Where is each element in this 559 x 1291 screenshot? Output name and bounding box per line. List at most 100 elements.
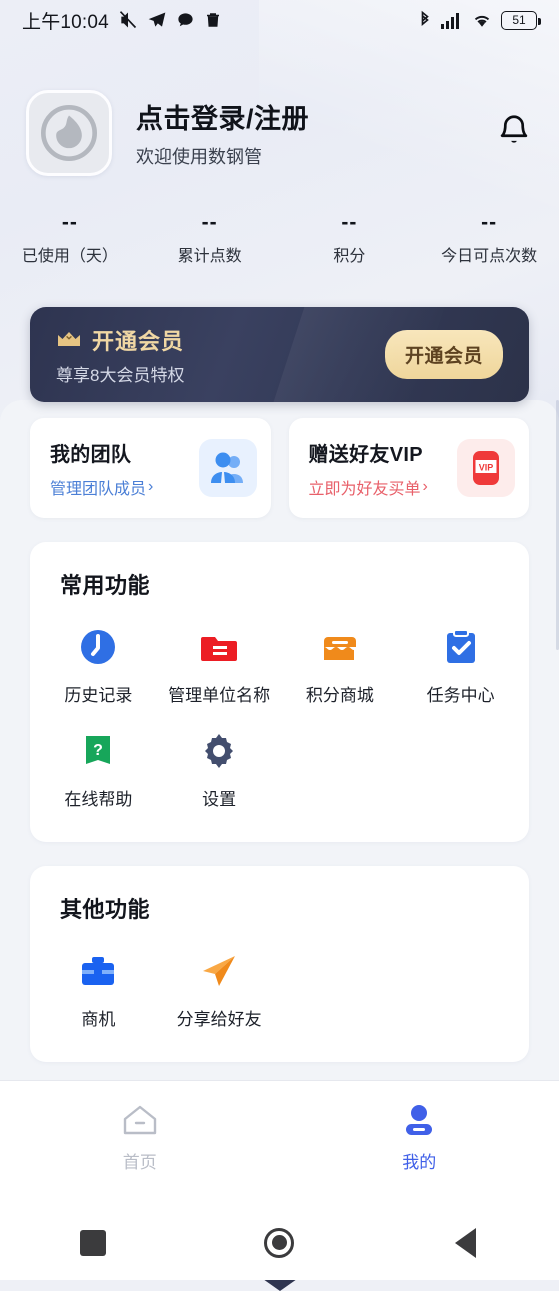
tab-label: 首页 [123, 1148, 157, 1173]
status-bar: 上午10:04 51 [0, 0, 559, 40]
stat-value: -- [341, 212, 357, 233]
status-bar-clock: 上午10:04 [22, 7, 109, 34]
vip-title: 开通会员 [92, 324, 184, 356]
vip-subtitle: 尊享8大会员特权 [56, 361, 184, 386]
other-functions-card: 其他功能 商机 [30, 866, 529, 1062]
function-item-settings[interactable]: 设置 [159, 716, 280, 820]
function-label: 历史记录 [64, 681, 132, 706]
function-label: 设置 [202, 785, 236, 810]
home-icon [121, 1103, 159, 1137]
clock-icon [77, 626, 119, 668]
function-item-points-mall[interactable]: 积分商城 [280, 612, 401, 716]
function-item-share[interactable]: 分享给好友 [159, 936, 280, 1040]
profile-text: 点击登录/注册 欢迎使用数钢管 [136, 97, 309, 169]
gear-icon [198, 730, 240, 772]
tab-home[interactable]: 首页 [0, 1103, 280, 1173]
profile-header[interactable]: 点击登录/注册 欢迎使用数钢管 [0, 78, 559, 188]
common-functions-card: 常用功能 历史记录 管理单位名称 [30, 542, 529, 842]
stat-label: 今日可点次数 [441, 242, 537, 266]
stat-value: -- [202, 212, 218, 233]
briefcase-icon [77, 950, 119, 992]
profile-subtitle: 欢迎使用数钢管 [136, 143, 309, 169]
stat-label: 累计点数 [178, 242, 242, 266]
function-item-history[interactable]: 历史记录 [38, 612, 159, 716]
function-label: 管理单位名称 [168, 681, 270, 706]
function-item-business[interactable]: 商机 [38, 936, 159, 1040]
mute-icon [118, 10, 138, 30]
signal-icon [441, 11, 463, 29]
stat-label: 已使用（天） [22, 242, 118, 266]
telegram-icon [147, 10, 167, 30]
shop-icon [319, 626, 361, 668]
promo-link-label: 立即为好友买单 [309, 475, 421, 499]
chevron-right-icon: › [423, 478, 428, 496]
status-bar-left: 上午10:04 [22, 7, 222, 34]
crown-icon [56, 330, 82, 350]
vip-title-row: 开通会员 [56, 324, 184, 356]
my-team-card[interactable]: 我的团队 管理团队成员 › [30, 418, 271, 518]
function-label: 在线帮助 [64, 785, 132, 810]
recents-button[interactable] [0, 1230, 186, 1256]
stat-value: -- [481, 212, 497, 233]
function-label: 任务中心 [427, 681, 495, 706]
section-title: 其他功能 [60, 892, 521, 924]
vip-card-label: VIP [479, 463, 494, 473]
promo-link[interactable]: 管理团队成员 › [50, 475, 153, 499]
promo-cards: 我的团队 管理团队成员 › [30, 418, 529, 518]
avatar[interactable] [26, 90, 112, 176]
team-people-icon [209, 451, 247, 485]
activate-vip-button[interactable]: 开通会员 [385, 330, 503, 379]
status-bar-right: 51 [417, 10, 537, 30]
stat-item[interactable]: -- 积分 [280, 212, 420, 266]
svg-text:?: ? [93, 742, 103, 759]
gift-vip-text: 赠送好友VIP 立即为好友买单 › [309, 438, 428, 499]
home-button[interactable] [186, 1228, 372, 1258]
wifi-icon [471, 11, 493, 29]
bottom-tab-bar: 首页 我的 [0, 1080, 559, 1205]
back-triangle-icon [455, 1228, 476, 1258]
promo-title: 我的团队 [50, 438, 153, 467]
my-team-text: 我的团队 管理团队成员 › [50, 438, 153, 499]
vip-card-icon: VIP [468, 448, 504, 488]
back-button[interactable] [373, 1228, 559, 1258]
trash-icon [204, 11, 222, 29]
stat-value: -- [62, 212, 78, 233]
vip-card-icon-wrap: VIP [457, 439, 515, 497]
vip-banner-notch [263, 1279, 297, 1291]
person-icon [400, 1103, 438, 1137]
stat-item[interactable]: -- 今日可点次数 [419, 212, 559, 266]
help-book-icon: ? [77, 730, 119, 772]
content-sheet: 我的团队 管理团队成员 › [0, 400, 559, 1080]
default-avatar-icon [41, 105, 97, 161]
section-title: 常用功能 [60, 568, 521, 600]
promo-title: 赠送好友VIP [309, 438, 428, 467]
clipboard-check-icon [440, 626, 482, 668]
function-label: 积分商城 [306, 681, 374, 706]
vip-banner[interactable]: 开通会员 尊享8大会员特权 开通会员 [30, 307, 529, 402]
tab-profile[interactable]: 我的 [280, 1103, 559, 1173]
folder-icon [198, 626, 240, 668]
stats-row: -- 已使用（天） -- 累计点数 -- 积分 -- 今日可点次数 [0, 212, 559, 266]
promo-link[interactable]: 立即为好友买单 › [309, 475, 428, 499]
vip-banner-text: 开通会员 尊享8大会员特权 [56, 324, 184, 386]
function-label: 商机 [81, 1005, 115, 1030]
chevron-right-icon: › [148, 478, 153, 496]
android-nav-bar [0, 1205, 559, 1280]
other-functions-grid: 商机 分享给好友 [38, 936, 521, 1040]
battery-level: 51 [512, 14, 525, 26]
gift-vip-card[interactable]: 赠送好友VIP 立即为好友买单 › VIP [289, 418, 530, 518]
home-circle-icon [264, 1228, 294, 1258]
bell-icon [495, 112, 533, 150]
message-icon [176, 11, 195, 30]
team-people-icon-wrap [199, 439, 257, 497]
function-item-online-help[interactable]: ? 在线帮助 [38, 716, 159, 820]
bluetooth-icon [417, 10, 433, 30]
stat-item[interactable]: -- 累计点数 [140, 212, 280, 266]
function-item-task-center[interactable]: 任务中心 [400, 612, 521, 716]
battery-indicator: 51 [501, 11, 537, 30]
notification-button[interactable] [495, 112, 533, 155]
function-item-unit-name[interactable]: 管理单位名称 [159, 612, 280, 716]
phone-screen: 上午10:04 51 [0, 0, 559, 1280]
recents-square-icon [80, 1230, 106, 1256]
stat-item[interactable]: -- 已使用（天） [0, 212, 140, 266]
